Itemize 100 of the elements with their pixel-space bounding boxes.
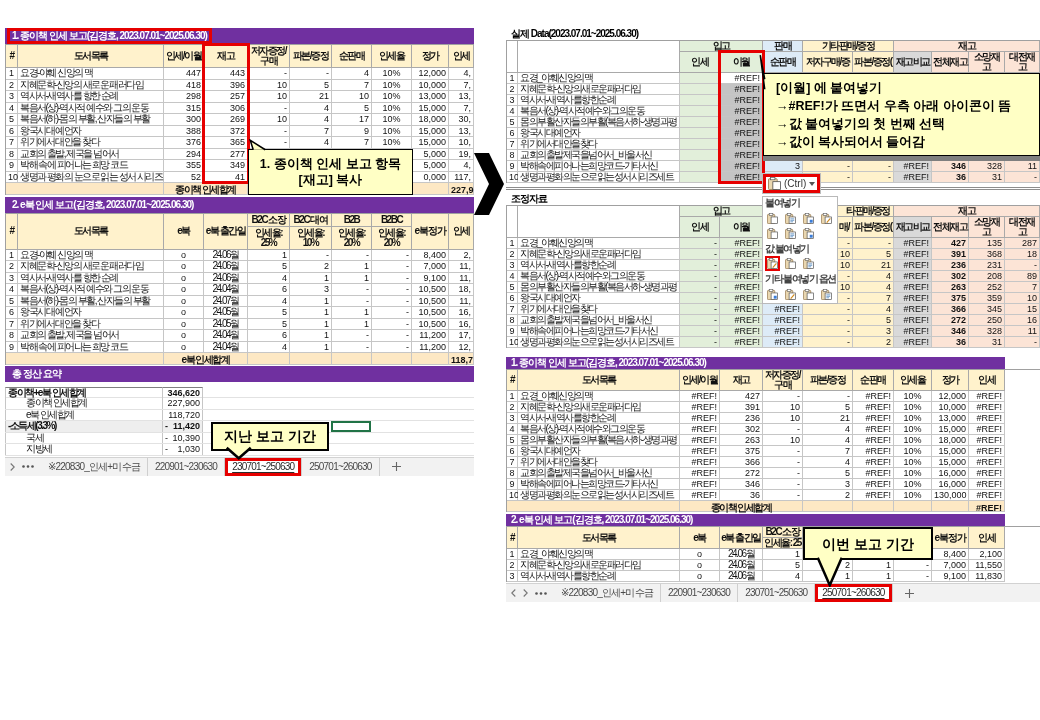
table-cell: 3 xyxy=(853,326,894,337)
paste-option[interactable] xyxy=(819,210,834,226)
table-cell: 1 xyxy=(332,307,372,319)
paste-option[interactable] xyxy=(765,210,780,226)
sheet-tab[interactable]: 220901~230630 xyxy=(660,584,739,602)
table-cell: 17 xyxy=(332,114,372,126)
total-label: 종이책 인세합계 xyxy=(164,183,248,195)
table-cell: #REF! xyxy=(894,172,932,183)
table-cell: #REF! xyxy=(763,337,803,348)
sheet-tab[interactable]: ※220830_인세+미수금 xyxy=(41,457,148,476)
minus-sign: - xyxy=(165,444,168,455)
paste-options-button[interactable]: (Ctrl) xyxy=(762,173,822,194)
column-header: 저자증정/구매 xyxy=(248,45,290,68)
clipboard-icon xyxy=(785,289,796,300)
table-cell: 10 xyxy=(763,413,803,424)
chevron-right-icon[interactable] xyxy=(10,462,15,471)
column-header: 저자증정/구매 xyxy=(763,370,803,391)
column-header: 소망재고 xyxy=(969,217,1005,238)
table-cell: 1 xyxy=(6,68,18,80)
paste-option[interactable] xyxy=(765,256,780,272)
column-header: 재고비교 xyxy=(894,217,932,238)
table-cell: 10 xyxy=(248,91,290,103)
section-title: 1. 종이책 인세 보고(김경호, 2023.07.01~2025.06.30) xyxy=(7,28,212,44)
table-cell: 위기에서대안을찾다 xyxy=(518,139,680,150)
table-cell: 18 xyxy=(1005,249,1040,260)
table-cell: - xyxy=(680,238,720,249)
table-cell: - xyxy=(803,391,853,402)
table-cell: 298 xyxy=(164,91,204,103)
paste-option[interactable] xyxy=(801,210,816,226)
table-cell: 4 xyxy=(803,457,853,468)
table-cell: - xyxy=(680,293,720,304)
column-subheader: 인세율: 20% xyxy=(372,226,412,250)
paste-option[interactable] xyxy=(783,256,798,272)
table-cell: 역사서-새역사를향한순례 xyxy=(518,95,680,106)
table-cell: 21 xyxy=(853,260,894,271)
column-header: 도서목록 xyxy=(518,370,680,391)
chevron-left-icon[interactable] xyxy=(511,589,516,597)
table-cell: 4 xyxy=(290,114,332,126)
table-cell: 16, xyxy=(449,307,474,319)
paste-option[interactable] xyxy=(801,225,816,241)
column-header: 파본/증정( xyxy=(853,217,894,238)
menu-section-title: 붙여넣기 xyxy=(765,198,801,208)
column-header: 인세율 xyxy=(372,45,412,68)
sheet-tab[interactable]: 250701~260630 xyxy=(302,457,380,476)
table-title: 실제 Data(2023.07.01~2025.06.30) xyxy=(510,28,639,40)
paste-option[interactable] xyxy=(819,287,834,302)
column-header: # xyxy=(6,213,18,250)
clipboard-icon xyxy=(821,212,832,224)
column-header: 정가 xyxy=(932,370,969,391)
plus-icon[interactable] xyxy=(391,462,401,471)
table-cell: 7 xyxy=(332,137,372,149)
table-cell: 10% xyxy=(372,91,412,103)
column-header: B2C 소장 xyxy=(248,213,290,227)
active-cell[interactable] xyxy=(331,421,371,432)
paste-option[interactable] xyxy=(783,225,798,241)
column-header: 순판매 xyxy=(763,52,803,73)
table-cell: 1 xyxy=(853,560,894,571)
section-title: 2. e북 인세 보고(김경호, 2023.07.01~2025.06.30) xyxy=(510,514,694,526)
column-header: 인세 xyxy=(449,45,474,68)
table-cell: 287 xyxy=(1005,238,1040,249)
chevron-right-icon[interactable] xyxy=(523,589,528,597)
table-cell: 5 xyxy=(763,560,803,571)
sheet-tab[interactable]: 250701~260630 xyxy=(815,584,893,602)
callout-pointer xyxy=(815,555,844,587)
sheet-tab[interactable]: 230701~250630 xyxy=(225,457,303,476)
table-cell xyxy=(372,353,412,365)
clipboard-icon xyxy=(767,227,778,239)
callout: 1. 종이책 인세 보고 항목 [재고] 복사 xyxy=(248,148,413,195)
table-cell: 위기에서대안을찾다 xyxy=(518,457,680,468)
table-cell: - xyxy=(763,468,803,479)
table-cell: 복음서(상)-역사적 예수와 그의 운동 xyxy=(18,284,164,296)
column-header: 도서목록 xyxy=(518,527,680,549)
paste-option[interactable] xyxy=(801,287,816,302)
table-cell: 13, xyxy=(449,91,474,103)
table-cell: 복음서(상)-역사적예수와그의운동 xyxy=(518,271,680,282)
table-cell: 9 xyxy=(6,160,18,172)
paste-option[interactable] xyxy=(765,225,780,241)
table-cell: 376 xyxy=(164,137,204,149)
table-cell xyxy=(853,501,894,512)
paste-option[interactable] xyxy=(801,256,816,272)
more-icon[interactable] xyxy=(22,465,34,468)
table-cell: 10,500 xyxy=(412,307,449,319)
paste-option[interactable] xyxy=(765,287,780,302)
table-cell: 역사서-새역사를향한순례 xyxy=(518,413,680,424)
total-value: 227,9 xyxy=(449,183,474,195)
table-cell xyxy=(803,501,853,512)
column-header: 전체재고 xyxy=(932,217,969,238)
plus-icon[interactable] xyxy=(904,588,914,598)
row-label: -소득세(3.3%) xyxy=(5,421,163,432)
table-cell: 1 xyxy=(290,330,332,342)
table-cell: 4, xyxy=(449,160,474,172)
table-cell: 4 xyxy=(853,271,894,282)
table-cell: 7 xyxy=(6,137,18,149)
table-cell: 3 xyxy=(290,284,332,296)
table-cell: 355 xyxy=(164,160,204,172)
sheet-tab[interactable]: ※220830_인세+미수금 xyxy=(554,584,661,602)
paste-option[interactable] xyxy=(783,287,798,302)
paste-option[interactable] xyxy=(783,210,798,226)
table-cell: 5 xyxy=(803,468,853,479)
more-icon[interactable] xyxy=(535,591,547,595)
